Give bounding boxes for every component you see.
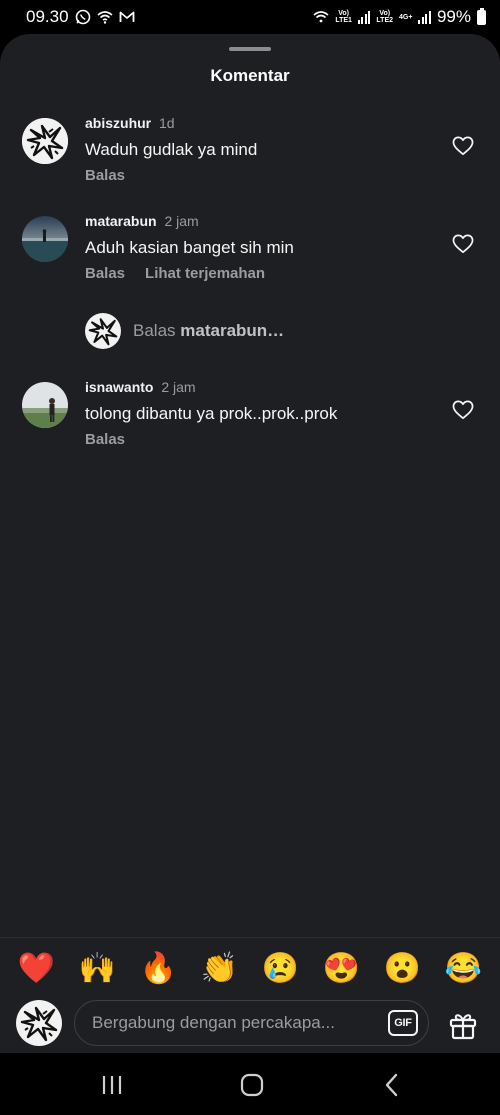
reply-button[interactable]: Balas [85,265,125,282]
gif-button[interactable]: GIF [388,1010,418,1036]
comment-input-placeholder: Bergabung dengan percakapa... [92,1013,335,1032]
network-type-label: 4G+ [399,13,413,21]
comment-item: abiszuhur 1d Waduh gudlak ya mind Balas [0,114,500,194]
reply-button[interactable]: Balas [85,167,125,184]
comment-username[interactable]: matarabun [85,213,157,229]
sim1-volte-label: Vo) LTE1 [335,10,352,24]
emoji-heart-eyes-button[interactable]: 😍 [320,952,364,986]
back-icon[interactable] [378,1071,406,1099]
battery-icon [477,7,486,25]
reply-prompt-text: Balas matarabun… [133,321,284,341]
emoji-surprised-button[interactable]: 😮 [381,952,425,986]
emoji-laughing-button[interactable]: 😂 [442,952,486,986]
avatar-logo-icon [16,1000,62,1046]
comment-username[interactable]: isnawanto [85,379,153,395]
emoji-crying-button[interactable]: 😢 [259,952,303,986]
gift-icon[interactable] [447,1009,479,1041]
comment-header: matarabun 2 jam [85,212,440,230]
comment-composer: Bergabung dengan percakapa... GIF [0,997,500,1053]
avatar-photo-icon [22,382,68,428]
comment-body: abiszuhur 1d Waduh gudlak ya mind Balas [85,114,440,184]
comment-text: tolong dibantu ya prok..prok..prok [85,404,338,423]
status-left: 09.30 [26,7,135,27]
recent-apps-icon[interactable] [98,1071,126,1099]
comment-time: 2 jam [164,213,199,229]
status-right: Vo) LTE1 Vo) LTE2 4G+ 99% [313,7,486,27]
composer-avatar [16,1000,62,1046]
reply-prompt-target: matarabun… [180,321,285,340]
system-nav-bar [0,1053,500,1115]
status-bar: 09.30 Vo) LTE1 Vo) LTE2 4G+ 99% [0,0,500,34]
sim2-signal-icon [418,10,431,24]
emoji-quick-bar: ❤️ 🙌 🔥 👏 😢 😍 😮 😂 [0,944,500,994]
sheet-title: Komentar [210,66,290,85]
battery-percent: 99% [436,7,471,26]
comment-body: isnawanto 2 jam tolong dibantu ya prok..… [85,378,440,448]
avatar-photo-icon [22,216,68,262]
like-heart-icon[interactable] [452,136,474,156]
comment-item: isnawanto 2 jam tolong dibantu ya prok..… [0,378,500,458]
home-icon[interactable] [238,1071,266,1099]
avatar-logo-icon [85,313,121,349]
like-heart-icon[interactable] [452,400,474,420]
comment-body: matarabun 2 jam Aduh kasian banget sih m… [85,212,440,282]
sheet-drag-handle[interactable] [229,47,271,51]
avatar[interactable] [22,382,68,428]
avatar-logo-icon [22,118,68,164]
like-heart-icon[interactable] [452,234,474,254]
comment-input[interactable]: Bergabung dengan percakapa... GIF [74,1000,429,1046]
reply-prompt[interactable]: Balas matarabun… [85,313,284,349]
comment-text: Aduh kasian banget sih min [85,238,294,257]
sim2-volte-label: Vo) LTE2 [376,10,394,24]
emoji-red-heart-button[interactable]: ❤️ [15,952,59,986]
reply-avatar [85,313,121,349]
comment-username[interactable]: abiszuhur [85,115,151,131]
comment-text: Waduh gudlak ya mind [85,140,258,159]
comment-time: 2 jam [161,379,196,395]
comment-actions: Balas [85,431,440,448]
comment-header: isnawanto 2 jam [85,378,440,396]
comments-sheet: Komentar abiszuhur 1d Waduh gudlak ya mi… [0,34,500,1053]
avatar[interactable] [22,118,68,164]
emoji-raised-hands-button[interactable]: 🙌 [76,952,120,986]
see-translation-button[interactable]: Lihat terjemahan [145,265,265,282]
avatar[interactable] [22,216,68,262]
emoji-clapping-button[interactable]: 👏 [198,952,242,986]
comment-header: abiszuhur 1d [85,114,440,132]
sim1-signal-icon [357,10,371,24]
whatsapp-icon [75,9,90,25]
status-time: 09.30 [26,7,69,26]
comment-actions: Balas [85,167,440,184]
comment-actions: Balas Lihat terjemahan [85,265,440,282]
emoji-divider [0,937,500,938]
comment-time: 1d [159,115,175,131]
emoji-fire-button[interactable]: 🔥 [137,952,181,986]
reply-prompt-prefix: Balas [133,321,176,340]
wifi-icon [313,11,329,23]
reply-button[interactable]: Balas [85,431,125,448]
gmail-icon [119,11,134,22]
comment-item: matarabun 2 jam Aduh kasian banget sih m… [0,212,500,292]
wifi-call-icon [97,11,113,24]
